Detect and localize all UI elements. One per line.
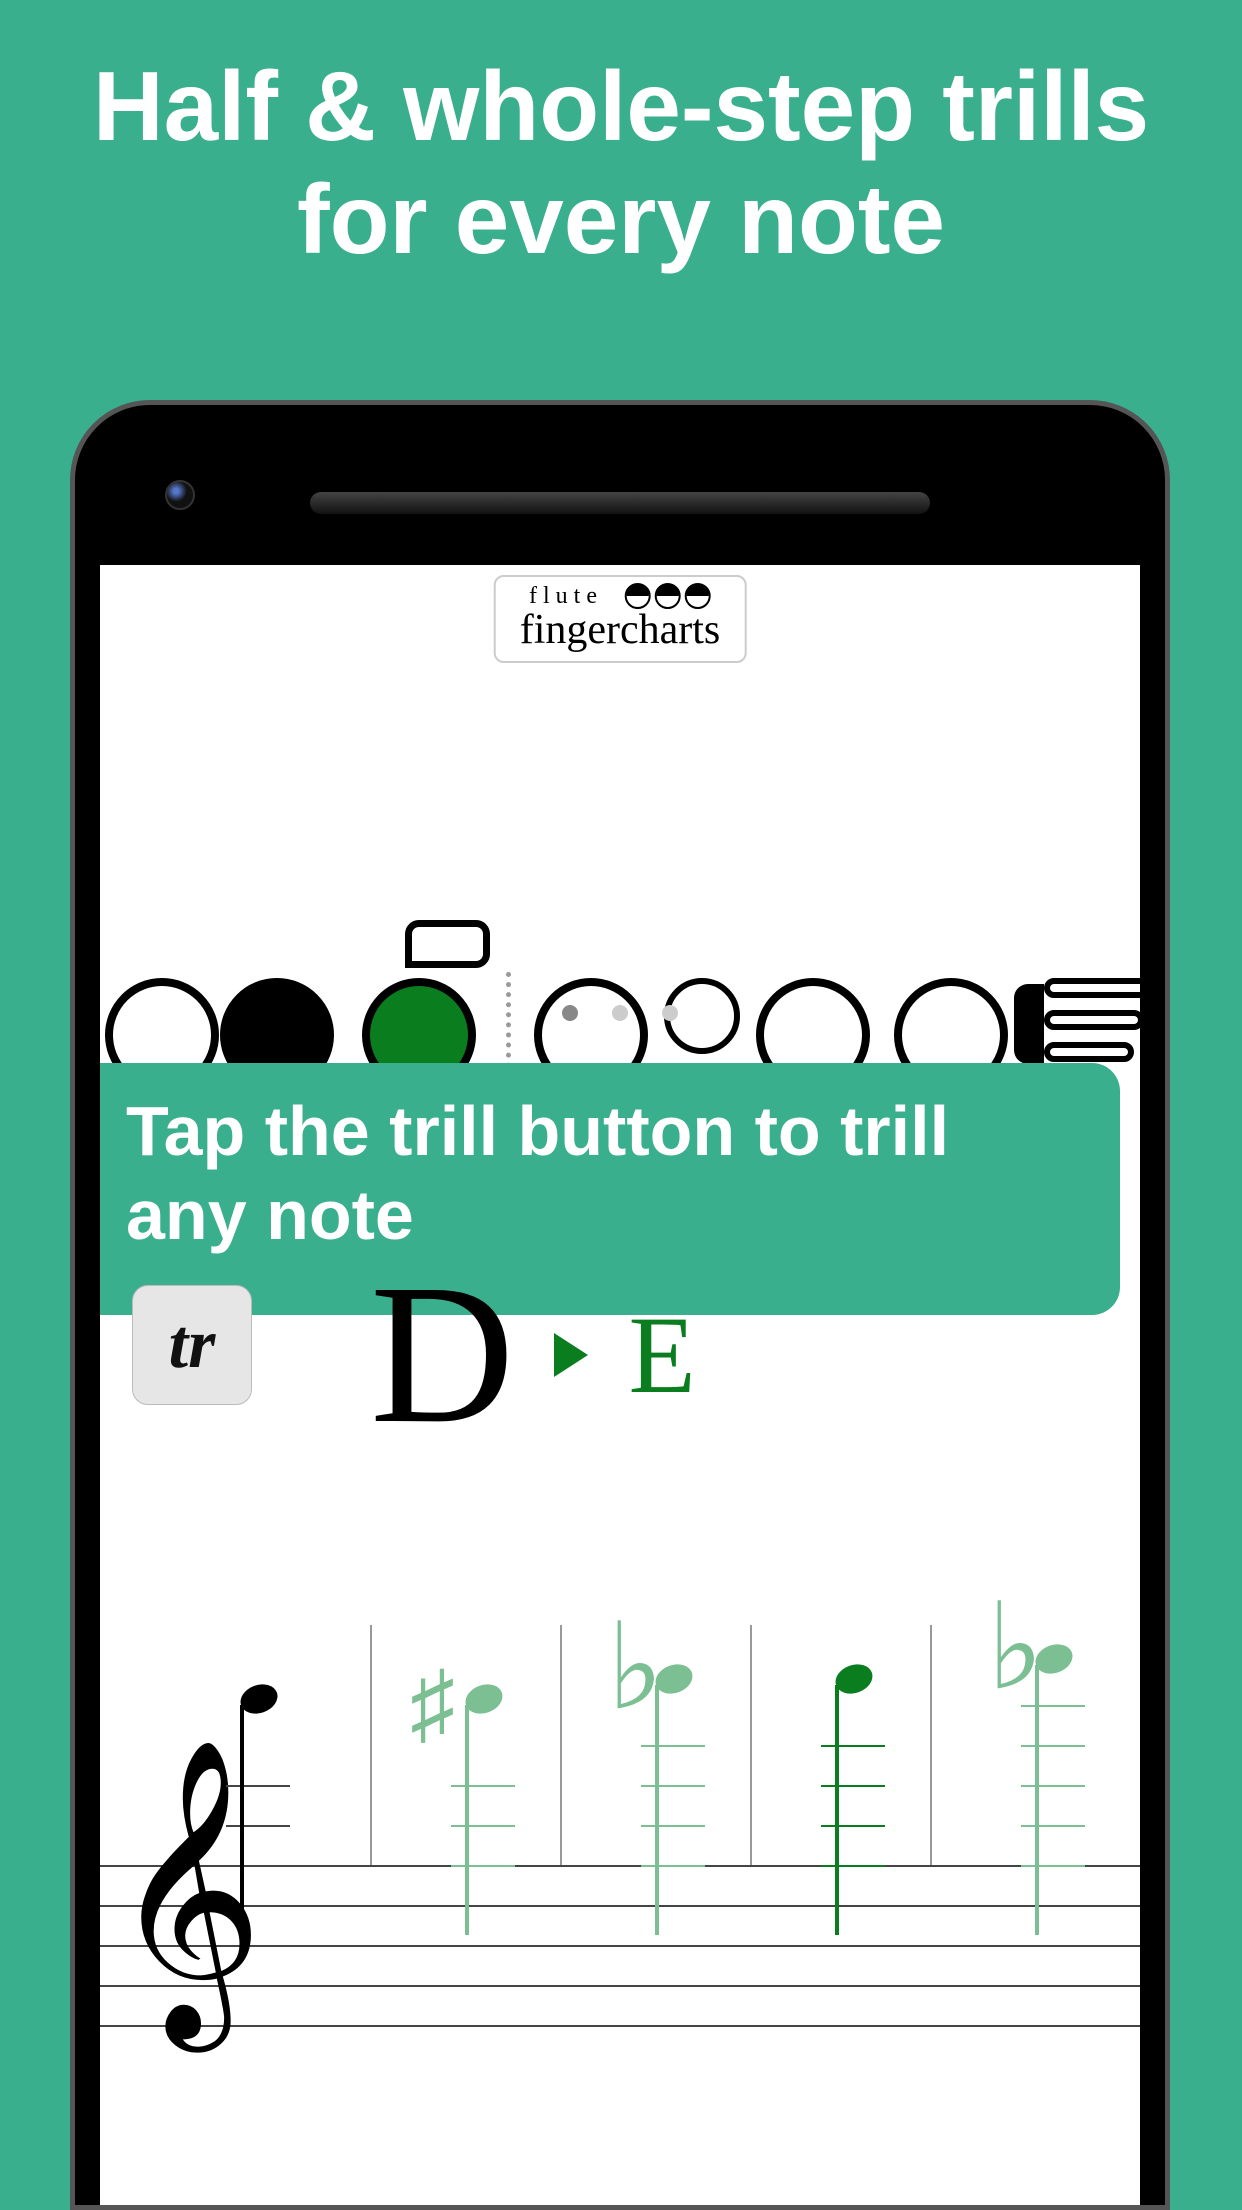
callout-text: Tap the trill button to trill any note: [100, 1063, 1120, 1275]
note-display: D E: [370, 1255, 696, 1455]
staff-separator: [750, 1625, 752, 1865]
foot-key-eb[interactable]: [1014, 984, 1044, 1064]
device-notch: [75, 425, 1165, 565]
arrow-right-icon: [554, 1333, 588, 1377]
app-logo-dots-icon: [625, 583, 711, 609]
device-side-button: [1167, 1305, 1170, 1435]
fingering-chart[interactable]: [100, 770, 1140, 980]
trill-button[interactable]: tr: [132, 1285, 252, 1405]
device-side-button: [1167, 1145, 1170, 1275]
staff-selector[interactable]: 𝄞 ♯ ♭: [100, 1625, 1140, 2125]
note-from[interactable]: D: [370, 1255, 514, 1455]
staff-note-option[interactable]: ♯: [465, 1685, 503, 1713]
staff-separator: [370, 1625, 372, 1865]
note-to[interactable]: E: [628, 1300, 695, 1410]
device-camera: [165, 480, 195, 510]
staff-separator: [930, 1625, 932, 1865]
device-speaker: [310, 492, 930, 514]
staff-separator: [560, 1625, 562, 1865]
foot-roller-2[interactable]: [1044, 1010, 1140, 1030]
staff-note-option[interactable]: ♭: [1035, 1645, 1073, 1673]
page-dot-2[interactable]: [612, 1005, 628, 1021]
app-logo-main: fingercharts: [520, 609, 721, 651]
key-gsharp-lever[interactable]: [405, 920, 490, 968]
page-indicator[interactable]: [562, 1005, 678, 1021]
app-logo-small: flute: [529, 584, 603, 608]
staff-note-selected[interactable]: [835, 1665, 873, 1693]
foot-roller-3[interactable]: [1044, 1042, 1134, 1062]
staff-note-option[interactable]: ♭: [655, 1665, 693, 1693]
promo-headline: Half & whole-step trills for every note: [0, 50, 1242, 275]
foot-keys[interactable]: [1040, 978, 1140, 1073]
device-frame: flute fingercharts: [70, 400, 1170, 2210]
page-dot-3[interactable]: [662, 1005, 678, 1021]
app-screen: flute fingercharts: [100, 565, 1140, 2205]
app-logo: flute fingercharts: [494, 575, 747, 663]
staff-note-from[interactable]: [240, 1685, 278, 1713]
foot-roller-1[interactable]: [1044, 978, 1140, 998]
page-dot-1[interactable]: [562, 1005, 578, 1021]
